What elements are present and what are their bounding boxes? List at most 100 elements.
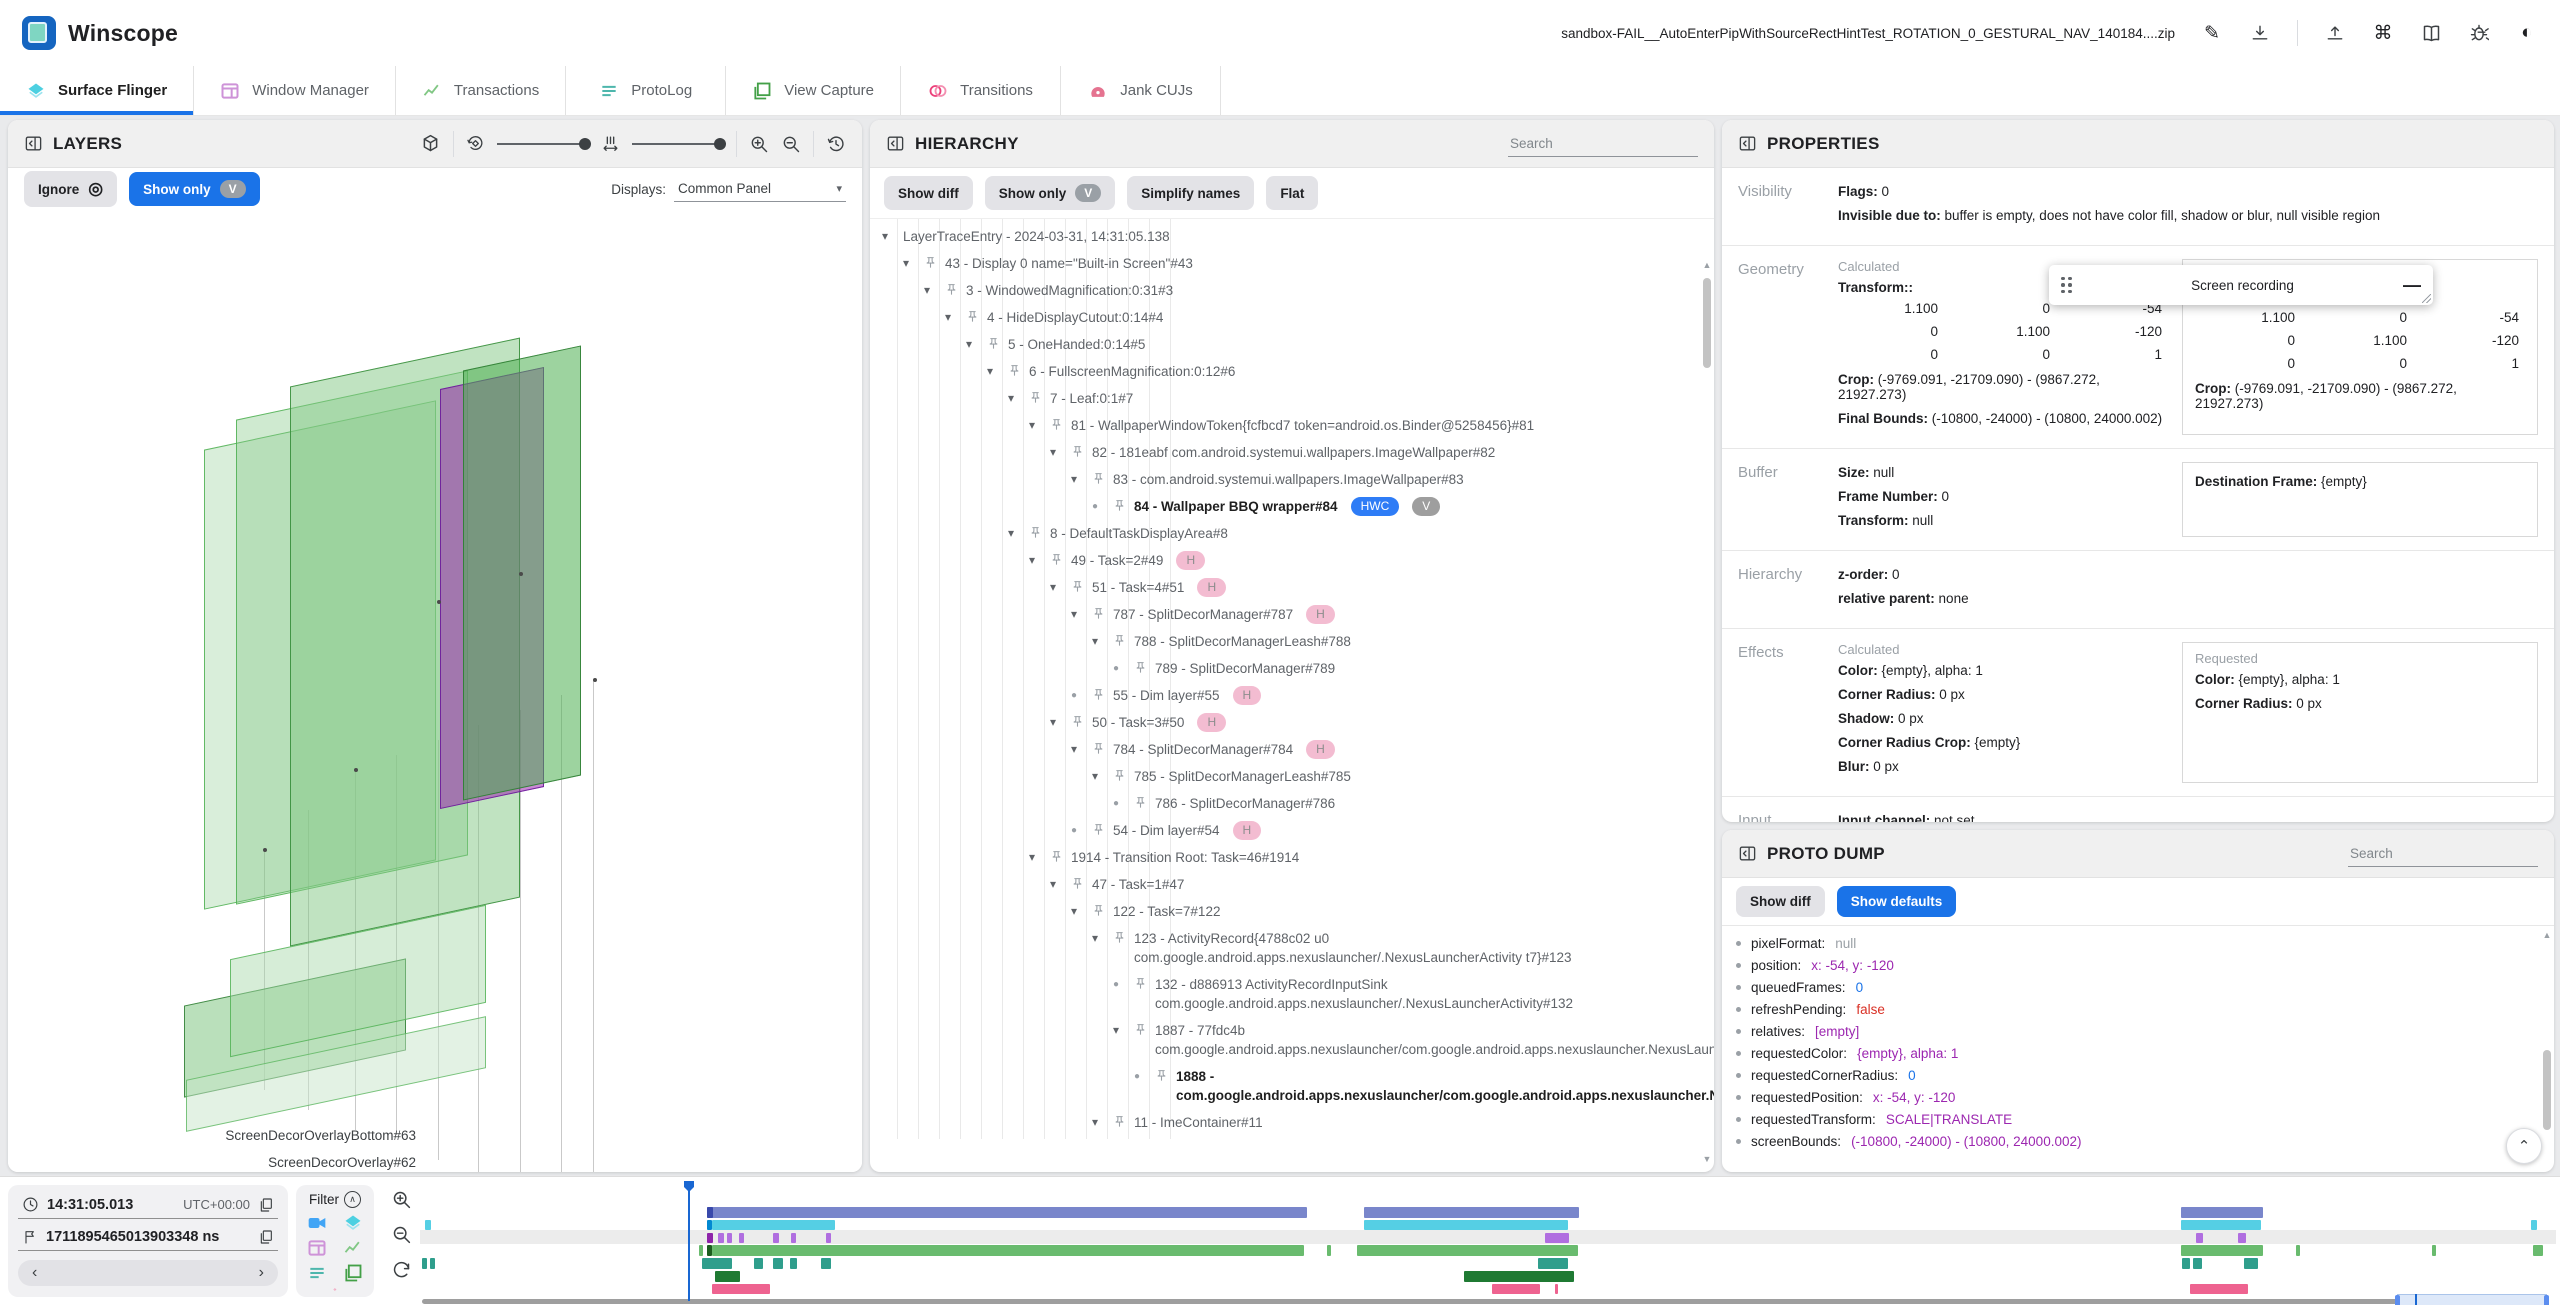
tree-node[interactable]: ▾97 - WindowToken{7f78b6b type=2011 andr… (872, 1136, 1714, 1139)
tree-node[interactable]: ▾ 123 - ActivityRecord{4788c02 u0 com.goo… (872, 925, 1714, 971)
download-icon[interactable] (2249, 22, 2271, 44)
trace-segment[interactable] (2432, 1245, 2436, 1256)
layer-name-label[interactable]: ScreenDecorOverlay#62 (146, 1155, 416, 1170)
trace-segment[interactable] (1538, 1258, 1568, 1269)
tree-node[interactable]: ▾ 7 - Leaf:0:1#7 (872, 385, 1714, 412)
trace-segment[interactable] (1364, 1219, 1568, 1231)
pin-icon[interactable] (1113, 632, 1127, 647)
trace-segment[interactable] (715, 1271, 740, 1282)
trace-segment[interactable] (826, 1232, 831, 1244)
expand-chevron[interactable]: ▾ (1050, 713, 1064, 732)
3d-view-icon[interactable] (420, 133, 441, 154)
trace-segment[interactable] (821, 1258, 831, 1269)
slider-handle[interactable] (579, 137, 591, 150)
expand-chevron[interactable]: ▾ (1113, 1021, 1127, 1040)
track-protolog[interactable] (422, 1258, 2554, 1269)
trace-segment[interactable] (712, 1219, 835, 1231)
drag-handle-icon[interactable] (2061, 276, 2072, 294)
trace-segment[interactable] (2296, 1245, 2300, 1256)
trace-segment[interactable] (2533, 1245, 2543, 1256)
expand-chevron[interactable]: ▾ (1071, 605, 1085, 624)
trace-segment[interactable] (422, 1258, 427, 1269)
expand-chevron[interactable]: ▾ (1008, 389, 1022, 408)
tab-view-capture[interactable]: View Capture (726, 66, 902, 115)
trace-segment[interactable] (739, 1232, 744, 1244)
tree-node[interactable]: ▾ 788 - SplitDecorManagerLeash#788 (872, 628, 1714, 655)
proto-row[interactable]: requestedPosition: x: -54, y: -120 (1736, 1086, 2554, 1108)
collapse-panel-icon[interactable] (886, 134, 905, 153)
pin-icon[interactable] (1113, 929, 1127, 944)
tab-protolog[interactable]: ProtoLog (566, 66, 727, 115)
transitions-filter-icon[interactable] (325, 1288, 345, 1291)
pin-icon[interactable] (987, 335, 1001, 350)
scroll-down-icon[interactable]: ▼ (1703, 1154, 1712, 1164)
track-transactions[interactable] (422, 1245, 2554, 1256)
filter-header[interactable]: Filter ∧ (309, 1191, 361, 1208)
trace-segment-active[interactable] (707, 1207, 713, 1218)
proto-row[interactable]: requestedColor: {empty}, alpha: 1 (1736, 1042, 2554, 1064)
tab-window-manager[interactable]: Window Manager (194, 66, 396, 115)
trace-segment[interactable] (1555, 1283, 1558, 1295)
proto-scrollbar[interactable]: ▲ (2542, 930, 2552, 1164)
trace-segment[interactable] (791, 1232, 796, 1244)
spacing-slider[interactable] (632, 137, 726, 150)
pin-icon[interactable] (1029, 389, 1043, 404)
displays-dropdown[interactable]: Common Panel ▾ (674, 176, 846, 202)
proto-row[interactable]: refreshPending: false (1736, 998, 2554, 1020)
pin-icon[interactable] (1134, 1021, 1148, 1036)
trace-segment[interactable] (425, 1219, 431, 1231)
pin-icon[interactable] (1071, 443, 1085, 458)
reset-zoom-icon[interactable] (391, 1259, 412, 1280)
pin-icon[interactable] (1134, 794, 1148, 809)
expand-chevron[interactable]: ▾ (1050, 578, 1064, 597)
expand-chevron[interactable]: ▾ (1092, 1113, 1106, 1132)
layers-3d-canvas[interactable]: ScreenDecorOverlayBottom#63 ScreenDecorO… (8, 210, 862, 1172)
collapse-panel-icon[interactable] (1738, 844, 1757, 863)
pin-icon[interactable] (966, 308, 980, 323)
theme-toggle-icon[interactable]: ◐ (2516, 22, 2538, 44)
expand-chevron[interactable]: ▾ (1008, 524, 1022, 543)
trace-segment[interactable] (1464, 1271, 1574, 1282)
minimap-track[interactable] (422, 1299, 2548, 1304)
proto-row[interactable]: pixelFormat: null (1736, 932, 2554, 954)
track-surface-flinger[interactable] (422, 1219, 2554, 1231)
proto-row[interactable]: requestedTransform: SCALE|TRANSLATE (1736, 1108, 2554, 1130)
pin-icon[interactable] (1008, 362, 1022, 377)
hierarchy-scrollbar[interactable]: ▲ ▼ (1702, 260, 1712, 1164)
timeline-tracks[interactable] (422, 1181, 2554, 1301)
trace-segment[interactable] (727, 1232, 732, 1244)
trace-segment-active[interactable] (707, 1245, 712, 1256)
tree-node[interactable]: ▾ 3 - WindowedMagnification:0:31#3 (872, 277, 1714, 304)
proto-row[interactable]: relatives: [empty] (1736, 1020, 2554, 1042)
bug-icon[interactable] (2468, 22, 2490, 44)
expand-chevron[interactable]: ▾ (945, 308, 959, 327)
tree-node[interactable]: ● 1888 - com.google.android.apps.nexuslau… (872, 1063, 1714, 1109)
trace-segment[interactable] (2531, 1219, 2537, 1231)
tree-node[interactable]: ▾ 47 - Task=1#47 (872, 871, 1714, 898)
tree-node[interactable]: ● 786 - SplitDecorManager#786 (872, 790, 1714, 817)
scrollbar-thumb[interactable] (2543, 1050, 2551, 1130)
pin-icon[interactable] (1113, 497, 1127, 512)
zoom-out-icon[interactable] (781, 134, 801, 154)
trace-segment[interactable] (2182, 1258, 2190, 1269)
trace-segment[interactable] (2181, 1219, 2261, 1231)
tree-node[interactable]: ▾ 785 - SplitDecorManagerLeash#785 (872, 763, 1714, 790)
collapse-timeline-button[interactable]: ⌃ (2506, 1128, 2542, 1164)
trace-segment[interactable] (430, 1258, 435, 1269)
expand-chevron[interactable]: ▾ (1029, 551, 1043, 570)
tab-transactions[interactable]: Transactions (396, 66, 567, 115)
upload-icon[interactable] (2324, 22, 2346, 44)
tree-node[interactable]: ▾ 82 - 181eabf com.android.systemui.wallp… (872, 439, 1714, 466)
proto-search-input[interactable] (2348, 840, 2538, 867)
expand-chevron[interactable]: ▾ (924, 281, 938, 300)
trace-segment[interactable] (1492, 1283, 1540, 1295)
expand-chevron[interactable]: ▾ (1092, 632, 1106, 651)
zoom-in-icon[interactable] (749, 134, 769, 154)
trace-segment[interactable] (1545, 1232, 1569, 1244)
trace-segment[interactable] (2244, 1258, 2258, 1269)
minimap-cursor[interactable] (2415, 1294, 2417, 1305)
tree-node[interactable]: ● 84 - Wallpaper BBQ wrapper#84 HWC V (872, 493, 1714, 520)
pin-icon[interactable] (1050, 416, 1064, 431)
tree-node[interactable]: ● 55 - Dim layer#55 H (872, 682, 1714, 709)
trace-segment[interactable] (773, 1258, 783, 1269)
